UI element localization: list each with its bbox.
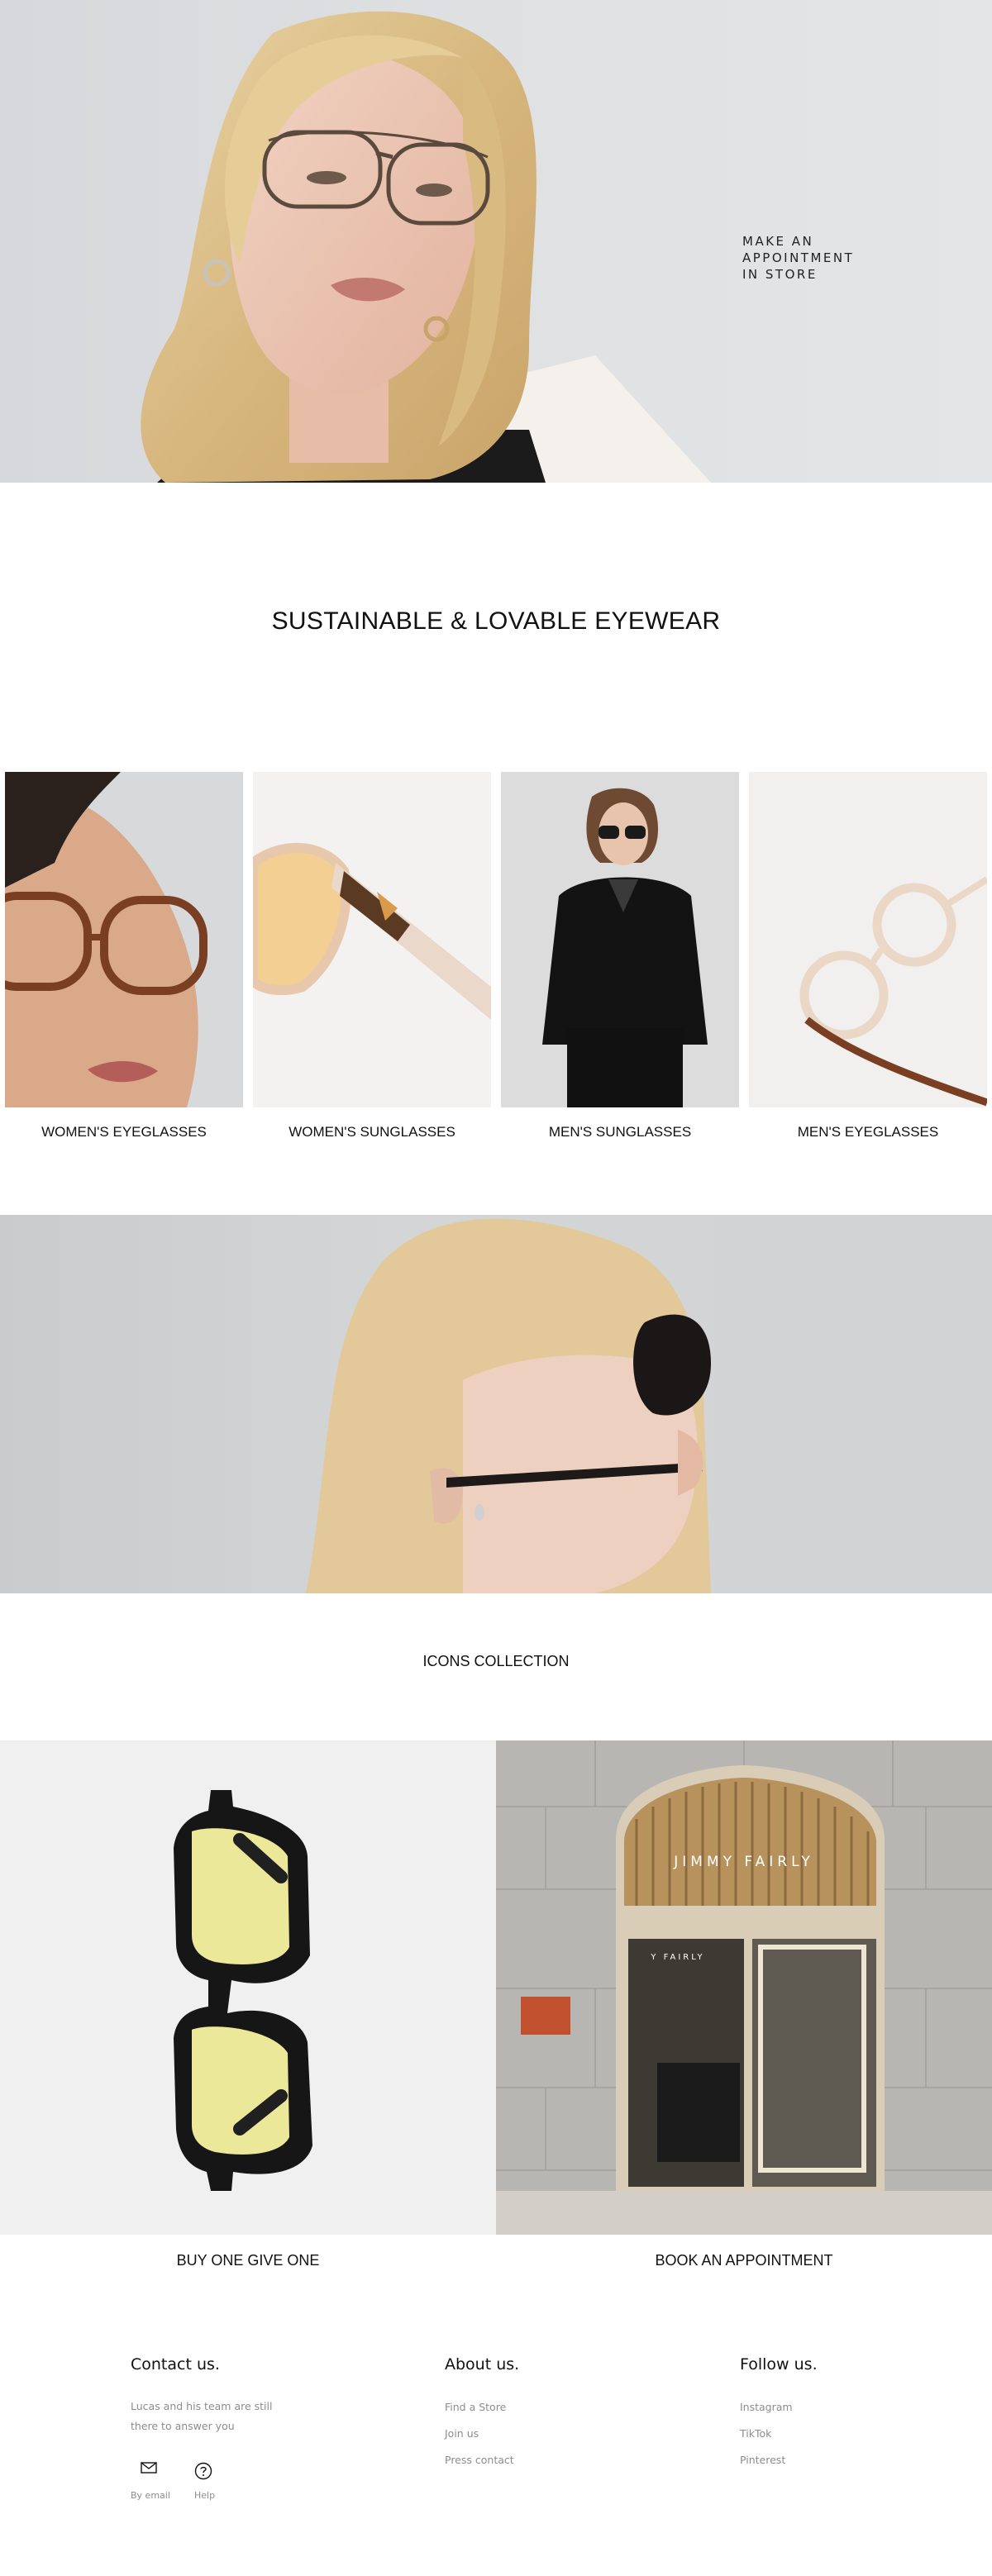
footer-contact-text: Lucas and his team are still there to an… — [131, 2397, 296, 2436]
footer-follow-title: Follow us. — [740, 2355, 818, 2374]
footer-link-press-contact[interactable]: Press contact — [445, 2454, 514, 2466]
contact-help-button[interactable] — [187, 2461, 220, 2485]
footer-link-pinterest[interactable]: Pinterest — [740, 2454, 785, 2466]
footer-link-instagram[interactable]: Instagram — [740, 2401, 793, 2413]
footer-link-join-us[interactable]: Join us — [445, 2427, 479, 2440]
womens-sunglasses-image — [253, 772, 491, 1107]
category-label-womens-eyeglasses[interactable]: WOMEN'S EYEGLASSES — [5, 1124, 243, 1140]
book-appointment-label[interactable]: BOOK AN APPOINTMENT — [496, 2252, 992, 2269]
hero-banner: MAKE AN APPOINTMENT IN STORE — [0, 0, 992, 483]
footer-link-tiktok[interactable]: TikTok — [740, 2427, 771, 2440]
mens-eyeglasses-image — [749, 772, 987, 1107]
question-circle-icon — [194, 2462, 212, 2480]
category-label-mens-eyeglasses[interactable]: MEN'S EYEGLASSES — [749, 1124, 987, 1140]
footer-link-find-store[interactable]: Find a Store — [445, 2401, 506, 2413]
contact-email-button[interactable] — [132, 2459, 165, 2480]
book-appointment-tile[interactable]: JIMMY FAIRLY Y FAIRLY — [496, 1740, 992, 2235]
store-sign: JIMMY FAIRLY — [673, 1854, 813, 1870]
appointment-cta-link[interactable]: MAKE AN APPOINTMENT IN STORE — [742, 233, 924, 283]
contact-help-label[interactable]: Help — [194, 2490, 215, 2501]
appointment-cta-line-2: APPOINTMENT — [742, 250, 855, 265]
category-tile-womens-eyeglasses[interactable] — [5, 772, 243, 1107]
brand-tagline: SUSTAINABLE & LOVABLE EYEWEAR — [271, 607, 721, 635]
category-label-mens-sunglasses[interactable]: MEN'S SUNGLASSES — [501, 1124, 739, 1140]
contact-email-label[interactable]: By email — [131, 2490, 170, 2501]
icons-collection-banner[interactable] — [0, 1215, 992, 1593]
icons-collection-title[interactable]: ICONS COLLECTION — [0, 1653, 992, 1670]
buy-one-give-one-label[interactable]: BUY ONE GIVE ONE — [0, 2252, 496, 2269]
footer-contact-text-line-1: Lucas and his team are still — [131, 2400, 273, 2412]
footer-about-title: About us. — [445, 2355, 520, 2374]
envelope-icon — [141, 2462, 157, 2474]
category-label-womens-sunglasses[interactable]: WOMEN'S SUNGLASSES — [253, 1124, 491, 1140]
footer-contact-title: Contact us. — [131, 2355, 220, 2374]
appointment-cta-line-3: IN STORE — [742, 267, 818, 282]
mens-sunglasses-image — [501, 772, 739, 1107]
category-tile-womens-sunglasses[interactable] — [253, 772, 491, 1107]
category-tile-mens-sunglasses[interactable] — [501, 772, 739, 1107]
store-front-image: JIMMY FAIRLY Y FAIRLY — [496, 1740, 992, 2235]
icons-collection-image — [306, 1218, 711, 1593]
footer-contact-text-line-2: there to answer you — [131, 2420, 235, 2432]
category-tile-mens-eyeglasses[interactable] — [749, 772, 987, 1107]
appointment-cta-line-1: MAKE AN — [742, 234, 814, 249]
womens-eyeglasses-image — [5, 772, 243, 1107]
buy-one-give-one-tile[interactable] — [0, 1740, 496, 2235]
yellow-sunglasses-image — [174, 1790, 312, 2191]
store-window-sign: Y FAIRLY — [650, 1953, 704, 1962]
